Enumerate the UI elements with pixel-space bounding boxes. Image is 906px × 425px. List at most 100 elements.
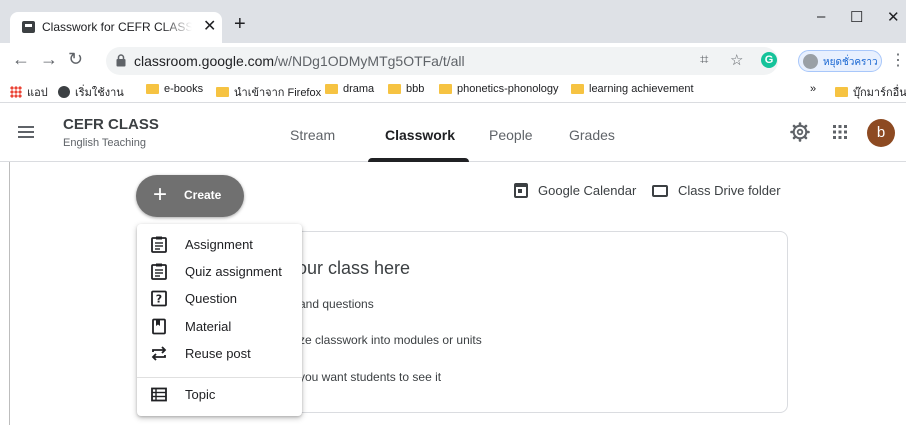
folder-icon [216, 87, 229, 97]
bookmark-folder[interactable]: bbb [388, 83, 424, 95]
bookmark-folder[interactable]: learning achievement [571, 83, 694, 95]
tab-close-button[interactable]: ✕ [203, 16, 216, 36]
bookmark-label: เริ่มใช้งาน [75, 87, 124, 99]
folder-icon [388, 84, 401, 94]
browser-toolbar: ← → ↻ classroom.google.com/w/NDg1ODMyMTg… [0, 43, 906, 79]
calendar-icon [514, 183, 528, 198]
profile-avatar-icon [803, 54, 818, 69]
window-maximize-button[interactable]: ☐ [850, 8, 863, 26]
menu-item-assignment[interactable]: Assignment [137, 231, 302, 258]
classroom-header: CEFR CLASS English Teaching Stream Class… [0, 104, 906, 162]
google-calendar-label: Google Calendar [538, 183, 637, 198]
bookmark-label: drama [343, 83, 375, 95]
bookmark-label: learning achievement [589, 83, 694, 95]
menu-item-reuse-post[interactable]: Reuse post [137, 340, 302, 367]
url-path: /w/NDg1ODMyMTg5OTFa/t/all [274, 53, 465, 69]
class-name[interactable]: CEFR CLASS [63, 116, 159, 133]
empty-state-line: ze classwork into modules or units [299, 333, 482, 347]
create-button-label: Create [184, 188, 222, 202]
empty-state-line: and questions [299, 297, 374, 311]
material-icon [152, 318, 166, 335]
folder-icon [439, 84, 452, 94]
menu-item-material[interactable]: Material [137, 313, 302, 340]
question-icon: ? [151, 290, 167, 307]
window-minimize-button[interactable]: – [817, 8, 825, 25]
bookmark-folder[interactable]: นำเข้าจาก Firefox [216, 83, 321, 101]
menu-divider [137, 377, 302, 378]
main-menu-icon[interactable] [18, 126, 34, 138]
classroom-favicon-icon [22, 21, 35, 33]
bookmark-label: bbb [406, 83, 425, 95]
bookmark-getting-started[interactable]: เริ่มใช้งาน [58, 83, 124, 101]
class-drive-folder-link[interactable]: Class Drive folder [652, 183, 781, 198]
lock-icon [116, 54, 126, 67]
bookmark-other[interactable]: บุ๊กมาร์กอื่นๆ [835, 83, 906, 101]
google-apps-grid-icon[interactable] [832, 124, 848, 140]
bookmarks-bar: แอป เริ่มใช้งาน e-books นำเข้าจาก Firefo… [0, 79, 906, 103]
bookmark-label: นำเข้าจาก Firefox [234, 87, 322, 99]
menu-item-label: Topic [185, 387, 216, 402]
new-tab-button[interactable]: + [234, 14, 246, 34]
svg-text:?: ? [156, 293, 162, 306]
url-host: classroom.google.com [134, 53, 275, 69]
assignment-icon [151, 236, 167, 253]
profile-label: หยุดชั่วคราว [823, 57, 878, 68]
bookmark-label: phonetics-phonology [457, 83, 559, 95]
profile-button[interactable]: หยุดชั่วคราว [798, 50, 882, 72]
folder-icon [571, 84, 584, 94]
browser-tab-strip: Classwork for CEFR CLASS English Teachin… [0, 0, 906, 43]
create-button[interactable]: + Create [136, 175, 244, 217]
folder-icon [146, 84, 159, 94]
forward-arrow-icon[interactable]: → [40, 49, 58, 70]
tab-stream[interactable]: Stream [290, 127, 335, 143]
window-close-button[interactable]: ✕ [887, 8, 900, 26]
apps-grid-icon [10, 86, 22, 98]
bookmark-label: e-books [164, 83, 204, 95]
address-bar[interactable]: classroom.google.com/w/NDg1ODMyMTg5OTFa/… [106, 47, 778, 75]
tab-people[interactable]: People [489, 127, 533, 143]
tab-classwork[interactable]: Classwork [385, 127, 455, 143]
translate-icon[interactable]: ⌗ [700, 51, 708, 68]
google-calendar-link[interactable]: Google Calendar [514, 183, 636, 198]
menu-item-label: Assignment [185, 237, 253, 252]
bookmark-apps[interactable]: แอป [10, 83, 48, 101]
empty-state-card: our class here and questions ze classwor… [240, 231, 788, 413]
bookmark-folder[interactable]: drama [325, 83, 374, 95]
bookmark-label: แอป [27, 87, 48, 99]
grammarly-extension-icon[interactable]: G [761, 52, 777, 68]
empty-state-title: our class here [297, 258, 411, 278]
menu-item-question[interactable]: ? Question [137, 285, 302, 312]
bookmark-folder[interactable]: e-books [146, 83, 203, 95]
folder-icon [835, 87, 848, 97]
empty-state-line: you want students to see it [299, 370, 442, 384]
menu-item-label: Quiz assignment [185, 264, 282, 279]
menu-item-label: Question [185, 291, 238, 306]
browser-menu-icon[interactable]: ⋮ [890, 50, 906, 70]
class-drive-folder-label: Class Drive folder [678, 183, 781, 198]
drive-folder-icon [652, 184, 668, 197]
menu-item-label: Reuse post [185, 346, 251, 361]
tab-grades[interactable]: Grades [569, 127, 615, 143]
class-settings-gear-icon[interactable] [790, 122, 810, 142]
folder-icon [325, 84, 338, 94]
plus-icon: + [153, 181, 168, 208]
url-text: classroom.google.com/w/NDg1ODMyMTg5OTFa/… [134, 53, 465, 69]
quiz-assignment-icon [151, 263, 167, 280]
browser-tab[interactable]: Classwork for CEFR CLASS English Teachin… [10, 12, 222, 43]
reuse-post-icon [151, 346, 167, 361]
bookmark-star-icon[interactable]: ☆ [730, 51, 743, 69]
menu-item-topic[interactable]: Topic [137, 381, 302, 408]
topic-icon [151, 387, 167, 402]
active-tab-indicator [368, 158, 469, 162]
menu-item-quiz-assignment[interactable]: Quiz assignment [137, 258, 302, 285]
globe-icon [58, 86, 70, 98]
reload-icon[interactable]: ↻ [68, 49, 83, 70]
bookmark-label: บุ๊กมาร์กอื่นๆ [853, 87, 906, 99]
bookmarks-overflow-button[interactable]: » [810, 83, 816, 95]
bookmark-folder[interactable]: phonetics-phonology [439, 83, 559, 95]
menu-item-label: Material [185, 319, 232, 334]
class-subtitle: English Teaching [63, 137, 146, 149]
account-avatar[interactable]: b [867, 119, 895, 147]
tab-title: Classwork for CEFR CLASS English Teachin… [42, 20, 192, 34]
back-arrow-icon[interactable]: ← [12, 49, 30, 70]
